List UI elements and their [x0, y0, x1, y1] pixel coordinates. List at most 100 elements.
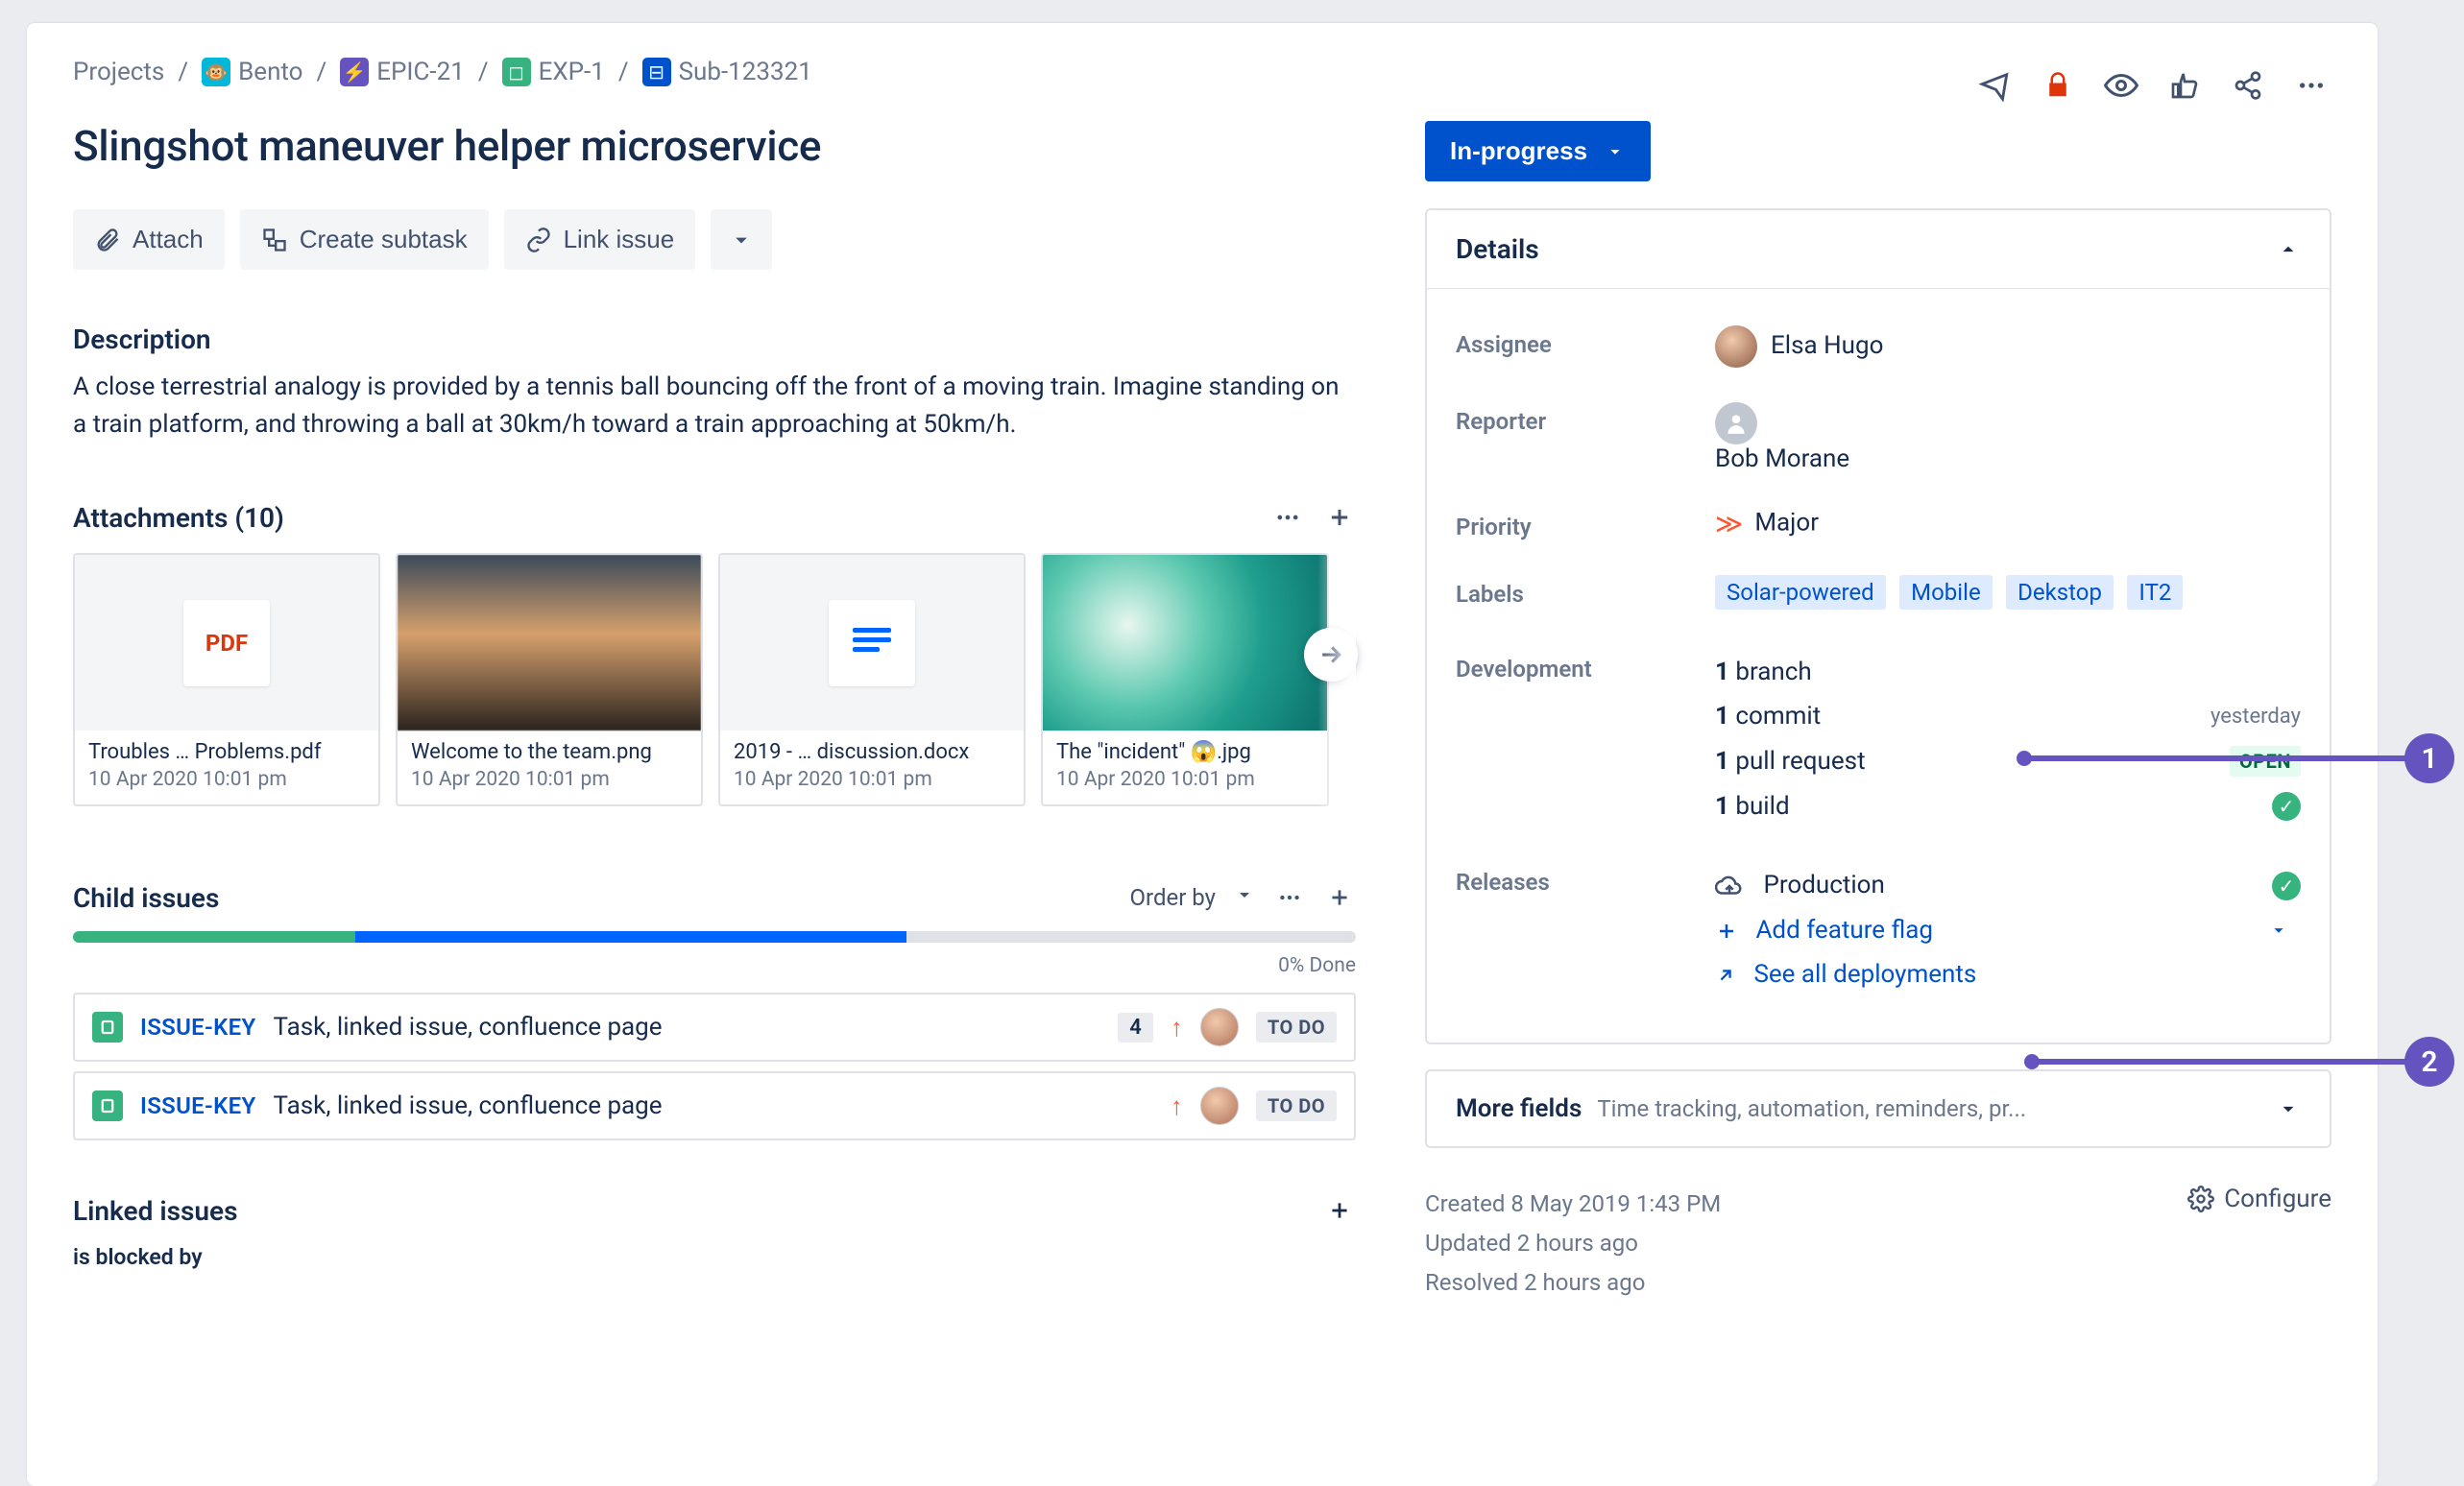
share-icon[interactable] — [2228, 65, 2268, 106]
breadcrumb-root[interactable]: Projects — [73, 58, 164, 86]
story-icon: ◻ — [502, 58, 531, 86]
breadcrumb-bento[interactable]: 🐵 Bento — [202, 58, 302, 86]
assignee-label: Assignee — [1456, 325, 1715, 358]
breadcrumb-epic[interactable]: ⚡ EPIC-21 — [340, 58, 465, 86]
avatar-unknown-icon — [1715, 402, 1757, 444]
issue-meta: Created 8 May 2019 1:43 PM Updated 2 hou… — [1425, 1185, 1721, 1302]
more-fields-toggle[interactable]: More fields Time tracking, automation, r… — [1425, 1069, 2331, 1148]
details-panel: Details Assignee Elsa Hugo Reporter — [1425, 208, 2331, 1044]
child-progress-bar — [73, 931, 1356, 943]
more-icon[interactable] — [2291, 65, 2331, 106]
chevron-down-icon — [2268, 920, 2289, 941]
chevron-down-icon — [1605, 141, 1626, 162]
dev-branch[interactable]: 1 branch — [1715, 650, 2301, 694]
create-subtask-button[interactable]: Create subtask — [240, 209, 489, 270]
attachment-card[interactable]: 2019 - … discussion.docx10 Apr 2020 10:0… — [718, 553, 1026, 806]
configure-button[interactable]: Configure — [2187, 1185, 2331, 1213]
child-issue-row[interactable]: ISSUE-KEY Task, linked issue, confluence… — [73, 1071, 1356, 1140]
priority-value[interactable]: ≫Major — [1715, 508, 2301, 539]
pr-open-badge: OPEN — [2230, 746, 2301, 777]
issue-key[interactable]: ISSUE-KEY — [140, 1014, 256, 1041]
vote-icon[interactable] — [2164, 65, 2205, 106]
labels-value[interactable]: Solar-powered Mobile Dekstop IT2 — [1715, 575, 2301, 615]
dev-pr[interactable]: 1 pull requestOPEN — [1715, 738, 2301, 784]
linked-issues-add-icon[interactable] — [1323, 1194, 1356, 1227]
status-badge[interactable]: TO DO — [1256, 1091, 1337, 1121]
child-issue-row[interactable]: ISSUE-KEY Task, linked issue, confluence… — [73, 993, 1356, 1062]
label-chip[interactable]: IT2 — [2127, 575, 2183, 610]
image-thumb — [398, 555, 701, 731]
priority-up-icon: ↑ — [1171, 1013, 1183, 1043]
issue-title[interactable]: Slingshot maneuver helper microservice — [73, 121, 1356, 171]
label-chip[interactable]: Solar-powered — [1715, 575, 1886, 610]
reporter-label: Reporter — [1456, 402, 1715, 435]
external-link-icon — [1715, 965, 1736, 986]
feedback-icon[interactable] — [1974, 65, 2015, 106]
avatar — [1715, 325, 1757, 368]
epic-icon: ⚡ — [340, 58, 369, 86]
attachment-card[interactable]: PDF Troubles … Problems.pdf10 Apr 2020 1… — [73, 553, 380, 806]
breadcrumb-sub-label: Sub-123321 — [679, 58, 812, 86]
attachments-more-icon[interactable] — [1271, 501, 1304, 534]
breadcrumb-exp[interactable]: ◻ EXP-1 — [502, 58, 605, 86]
linked-issues-heading: Linked issues — [73, 1195, 238, 1227]
annotation-line — [2032, 1059, 2406, 1065]
assignee-avatar[interactable] — [1200, 1087, 1239, 1125]
subtask-icon: ⊟ — [642, 58, 671, 86]
paperclip-icon — [94, 227, 121, 253]
order-by-chevron-icon[interactable] — [1233, 883, 1256, 912]
label-chip[interactable]: Dekstop — [2006, 575, 2114, 610]
status-badge[interactable]: TO DO — [1256, 1012, 1337, 1043]
release-production[interactable]: Production ✓ — [1715, 863, 2301, 908]
child-issue-title: Task, linked issue, confluence page — [274, 1091, 1153, 1120]
dev-build[interactable]: 1 build✓ — [1715, 784, 2301, 828]
breadcrumb-sep: / — [178, 58, 188, 86]
add-feature-flag[interactable]: Add feature flag — [1715, 908, 2301, 952]
details-toggle[interactable]: Details — [1427, 210, 2330, 289]
attach-button[interactable]: Attach — [73, 209, 225, 270]
attachment-card[interactable]: The "incident" 😱.jpg10 Apr 2020 10:01 pm — [1041, 553, 1329, 806]
doc-file-icon — [829, 600, 915, 686]
progress-done-label: 0% Done — [73, 954, 1356, 977]
link-icon — [525, 227, 552, 253]
child-issues-add-icon[interactable] — [1323, 881, 1356, 914]
annotation-badge-2: 2 — [2404, 1037, 2454, 1087]
pdf-file-icon: PDF — [183, 600, 270, 686]
assignee-avatar[interactable] — [1200, 1008, 1239, 1046]
chevron-down-icon — [728, 227, 755, 253]
link-issue-more-button[interactable] — [711, 209, 772, 270]
chevron-up-icon — [2276, 237, 2301, 262]
see-all-deployments[interactable]: See all deployments — [1715, 952, 2301, 996]
breadcrumb-sub[interactable]: ⊟ Sub-123321 — [642, 58, 812, 86]
breadcrumb-epic-label: EPIC-21 — [376, 58, 465, 86]
description-heading: Description — [73, 324, 1356, 355]
bento-icon: 🐵 — [202, 58, 230, 86]
watch-icon[interactable] — [2101, 65, 2141, 106]
labels-label: Labels — [1456, 575, 1715, 608]
issue-type-icon — [92, 1091, 123, 1121]
toolbar: Attach Create subtask Link issue — [73, 209, 1356, 270]
attachments-add-icon[interactable] — [1323, 501, 1356, 534]
dev-commit[interactable]: 1 commityesterday — [1715, 694, 2301, 738]
child-issue-title: Task, linked issue, confluence page — [274, 1013, 1101, 1042]
header-actions — [1974, 65, 2331, 106]
label-chip[interactable]: Mobile — [1899, 575, 1993, 610]
lock-icon[interactable] — [2038, 65, 2078, 106]
link-issue-button[interactable]: Link issue — [504, 209, 696, 270]
priority-major-icon: ≫ — [1715, 508, 1743, 539]
annotation-badge-1: 1 — [2404, 733, 2454, 783]
attachment-card[interactable]: Welcome to the team.png10 Apr 2020 10:01… — [396, 553, 703, 806]
subtask-create-icon — [261, 227, 288, 253]
order-by-label[interactable]: Order by — [1130, 884, 1216, 911]
issue-key[interactable]: ISSUE-KEY — [140, 1092, 256, 1119]
assignee-value[interactable]: Elsa Hugo — [1715, 325, 2301, 368]
development-label: Development — [1456, 650, 1715, 683]
priority-label: Priority — [1456, 508, 1715, 540]
image-thumb — [1043, 555, 1327, 731]
description-body[interactable]: A close terrestrial analogy is provided … — [73, 369, 1341, 443]
breadcrumb-bento-label: Bento — [238, 58, 302, 86]
child-issues-heading: Child issues — [73, 882, 219, 914]
reporter-value[interactable]: Bob Morane — [1715, 402, 2301, 473]
child-issues-more-icon[interactable] — [1273, 881, 1306, 914]
status-dropdown[interactable]: In-progress — [1425, 121, 1651, 181]
